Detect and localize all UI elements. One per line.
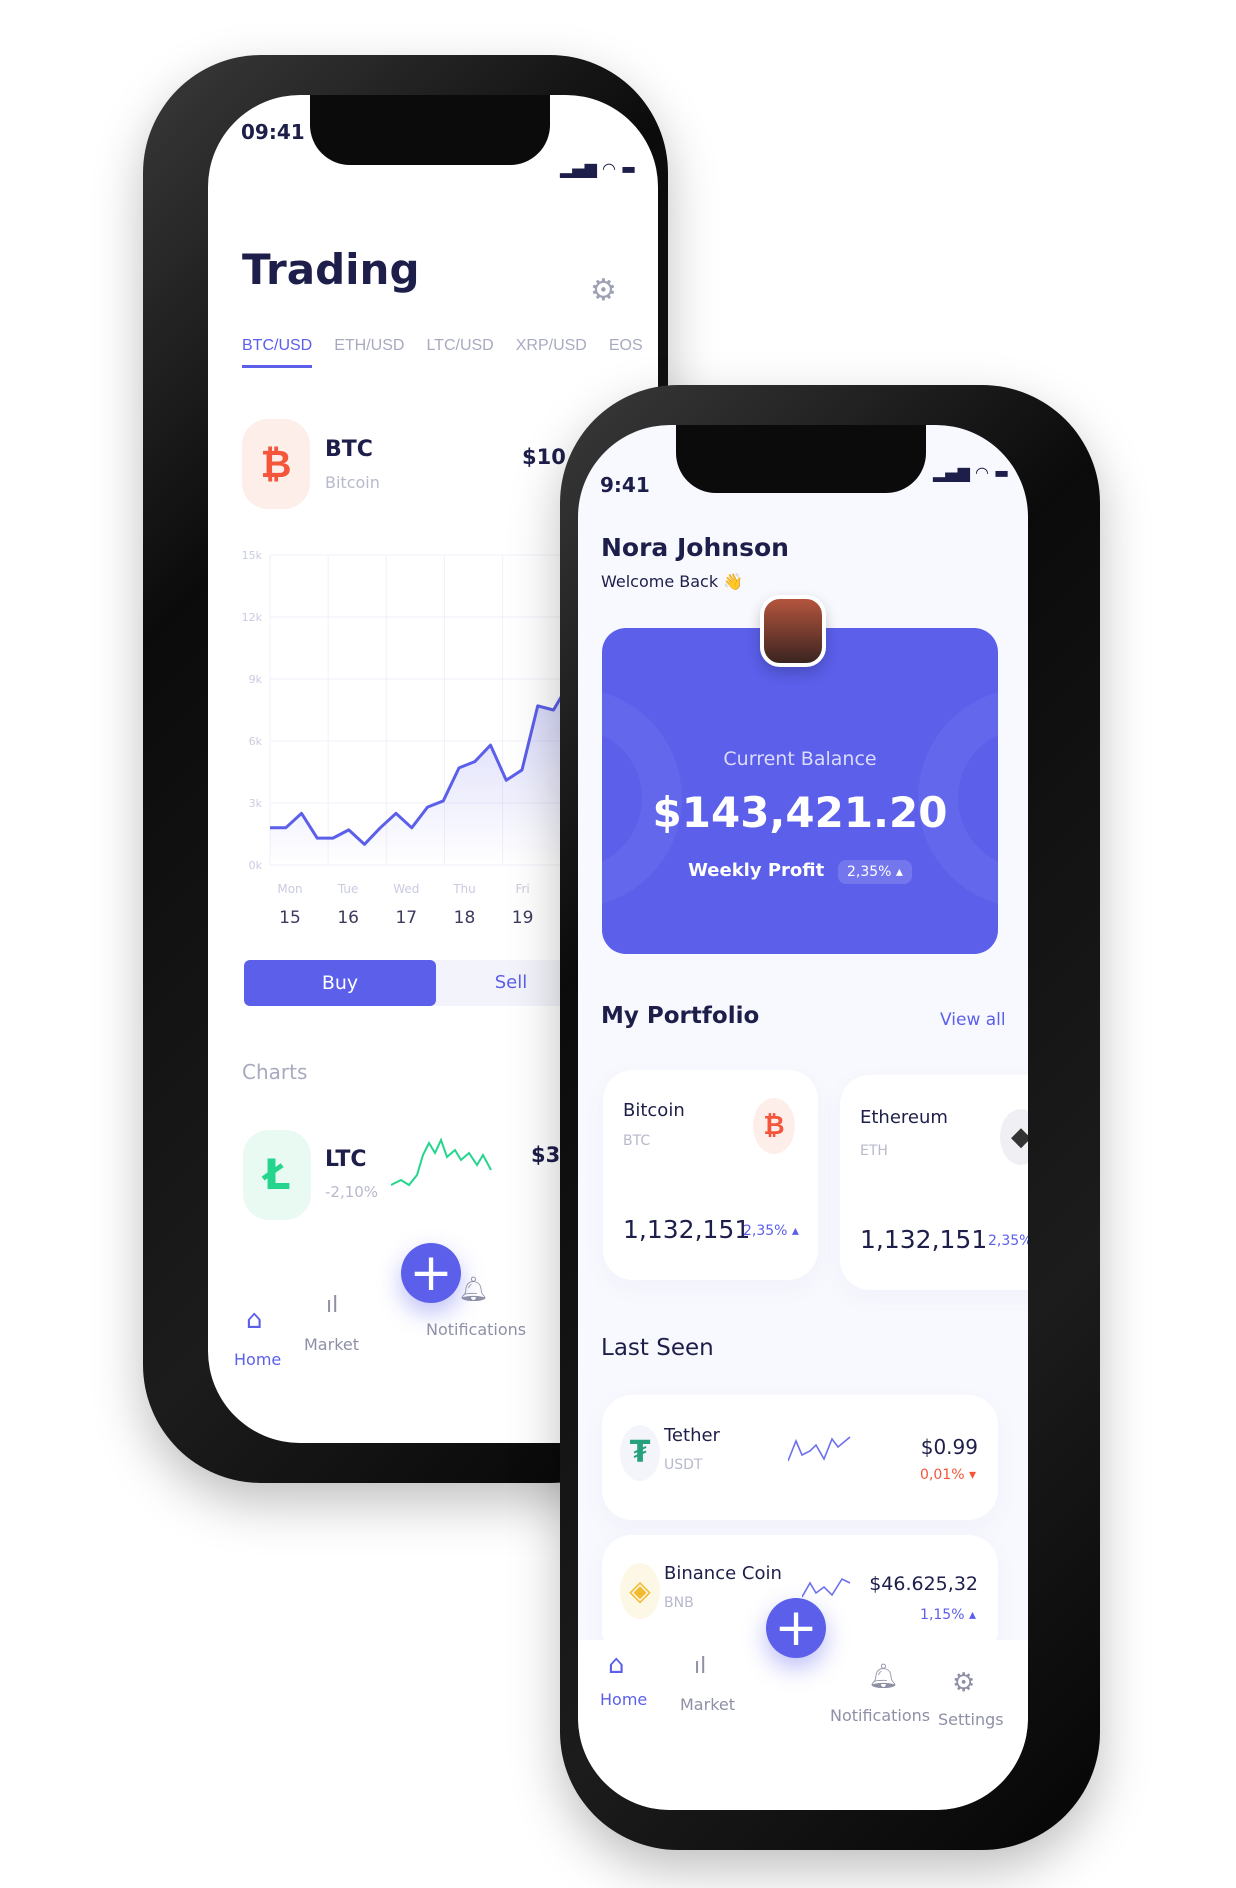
greeting: Welcome Back 👋 xyxy=(601,572,744,591)
y-tick-label: 12k xyxy=(242,611,263,624)
ltc-sparkline xyxy=(391,1137,492,1187)
tab-xrp-usd[interactable]: XRP/USD xyxy=(516,337,587,368)
home-icon[interactable]: ⌂ xyxy=(246,1305,263,1335)
list-item-tether[interactable]: ₮ Tether USDT $0.99 0,01% ▾ xyxy=(602,1395,998,1520)
coin-symbol: ETH xyxy=(860,1143,888,1159)
profit-badge: 2,35% ▴ xyxy=(837,860,912,884)
last-seen-title: Last Seen xyxy=(601,1335,714,1361)
page-title: Trading xyxy=(242,245,420,294)
user-name: Nora Johnson xyxy=(601,533,789,562)
pair-tabs: BTC/USD ETH/USD LTC/USD XRP/USD EOS xyxy=(242,337,643,368)
ltc-change: -2,10% xyxy=(325,1183,379,1201)
wallet-phone: 9:41 ▂▄▆ ◠ ▬ Nora Johnson Welcome Back 👋… xyxy=(560,385,1100,1850)
add-button[interactable]: + xyxy=(401,1243,461,1303)
portfolio-card-bitcoin[interactable]: Bitcoin BTC ₿ 1,132,151 2,35% ▴ xyxy=(603,1070,818,1280)
coin-name: Tether xyxy=(664,1425,720,1446)
nav-notifications[interactable]: Notifications xyxy=(426,1320,526,1339)
x-date-label: 17 xyxy=(395,908,417,928)
coin-value: 1,132,151 xyxy=(860,1225,988,1254)
market-icon[interactable]: ıl xyxy=(326,1293,338,1318)
coin-symbol: BTC xyxy=(623,1133,651,1149)
wallet-screen: 9:41 ▂▄▆ ◠ ▬ Nora Johnson Welcome Back 👋… xyxy=(578,425,1028,1810)
x-day-label: Fri xyxy=(515,882,529,896)
bottom-nav: ⌂ Home ıl Market 🔔︎ Notifications ⚙ Sett… xyxy=(578,1640,1028,1810)
x-day-label: Mon xyxy=(277,882,302,896)
notch xyxy=(310,95,550,165)
coin-change: 2,35% xyxy=(988,1233,1028,1249)
status-time: 09:41 xyxy=(241,120,305,144)
balance-amount: $143,421.20 xyxy=(652,788,948,837)
tether-icon: ₮ xyxy=(620,1425,660,1481)
nav-home[interactable]: Home xyxy=(234,1350,281,1369)
coin-name: Binance Coin xyxy=(664,1563,782,1584)
y-tick-label: 6k xyxy=(249,735,263,748)
tab-btc-usd[interactable]: BTC/USD xyxy=(242,337,313,368)
bell-icon[interactable]: 🔔︎ xyxy=(458,1275,488,1303)
y-tick-label: 0k xyxy=(249,859,263,872)
x-day-label: Wed xyxy=(393,882,419,896)
coin-change: 2,35% ▴ xyxy=(743,1223,799,1239)
bitcoin-icon: ₿ xyxy=(242,419,310,509)
charts-label: Charts xyxy=(242,1060,308,1084)
coin-value: 1,132,151 xyxy=(623,1215,751,1244)
add-button[interactable]: + xyxy=(766,1598,826,1658)
x-date-label: 19 xyxy=(512,908,534,928)
x-day-label: Tue xyxy=(337,882,359,896)
notch xyxy=(676,425,926,493)
balance-label: Current Balance xyxy=(723,748,877,770)
coin-symbol: BNB xyxy=(664,1595,694,1611)
ethereum-icon: ◆ xyxy=(1000,1109,1028,1165)
gear-icon[interactable]: ⚙ xyxy=(590,273,617,308)
tab-eth-usd[interactable]: ETH/USD xyxy=(334,337,404,368)
signal-icons: ▂▄▆ ◠ ▬ xyxy=(560,159,637,178)
x-day-label: Thu xyxy=(452,882,476,896)
bell-icon[interactable]: 🔔︎ xyxy=(868,1662,898,1690)
y-tick-label: 9k xyxy=(249,673,263,686)
coin-change: 1,15% ▴ xyxy=(920,1607,976,1623)
home-icon[interactable]: ⌂ xyxy=(608,1650,625,1680)
tether-sparkline xyxy=(788,1436,851,1462)
coin-symbol: USDT xyxy=(664,1457,703,1473)
x-date-label: 15 xyxy=(279,908,301,928)
coin-name: Bitcoin xyxy=(325,473,380,492)
view-all-link[interactable]: View all xyxy=(940,1010,1006,1030)
coin-symbol: BTC xyxy=(325,437,373,462)
bitcoin-icon: ₿ xyxy=(753,1098,795,1154)
x-date-label: 16 xyxy=(337,908,359,928)
coin-price: $46.625,32 xyxy=(869,1573,978,1595)
signal-icons: ▂▄▆ ◠ ▬ xyxy=(933,463,1010,482)
binance-icon: ◈ xyxy=(620,1563,660,1619)
portfolio-card-ethereum[interactable]: Ethereum ETH ◆ 1,132,151 2,35% xyxy=(840,1075,1028,1290)
gear-icon[interactable]: ⚙ xyxy=(952,1668,975,1698)
status-time: 9:41 xyxy=(600,473,650,497)
coin-name: Bitcoin xyxy=(623,1100,685,1121)
portfolio-title: My Portfolio xyxy=(601,1003,760,1029)
x-date-label: 18 xyxy=(454,908,476,928)
tab-ltc-usd[interactable]: LTC/USD xyxy=(426,337,493,368)
coin-price: $0.99 xyxy=(920,1435,978,1459)
nav-market[interactable]: Market xyxy=(680,1695,735,1714)
y-tick-label: 15k xyxy=(242,549,263,562)
tab-eos[interactable]: EOS xyxy=(609,337,643,368)
balance-card: Current Balance $143,421.20 Weekly Profi… xyxy=(602,628,998,954)
y-tick-label: 3k xyxy=(249,797,263,810)
nav-notifications[interactable]: Notifications xyxy=(830,1706,930,1725)
nav-market[interactable]: Market xyxy=(304,1335,359,1354)
avatar[interactable] xyxy=(760,595,826,667)
nav-home[interactable]: Home xyxy=(600,1690,647,1709)
profit-label: Weekly Profit xyxy=(688,860,825,881)
coin-name: Ethereum xyxy=(860,1107,948,1128)
nav-settings[interactable]: Settings xyxy=(938,1710,1004,1729)
ltc-symbol: LTC xyxy=(325,1147,367,1172)
market-icon[interactable]: ıl xyxy=(694,1654,706,1679)
buy-button[interactable]: Buy xyxy=(244,960,436,1006)
litecoin-icon: Ł xyxy=(243,1130,311,1220)
coin-change: 0,01% ▾ xyxy=(920,1467,976,1483)
